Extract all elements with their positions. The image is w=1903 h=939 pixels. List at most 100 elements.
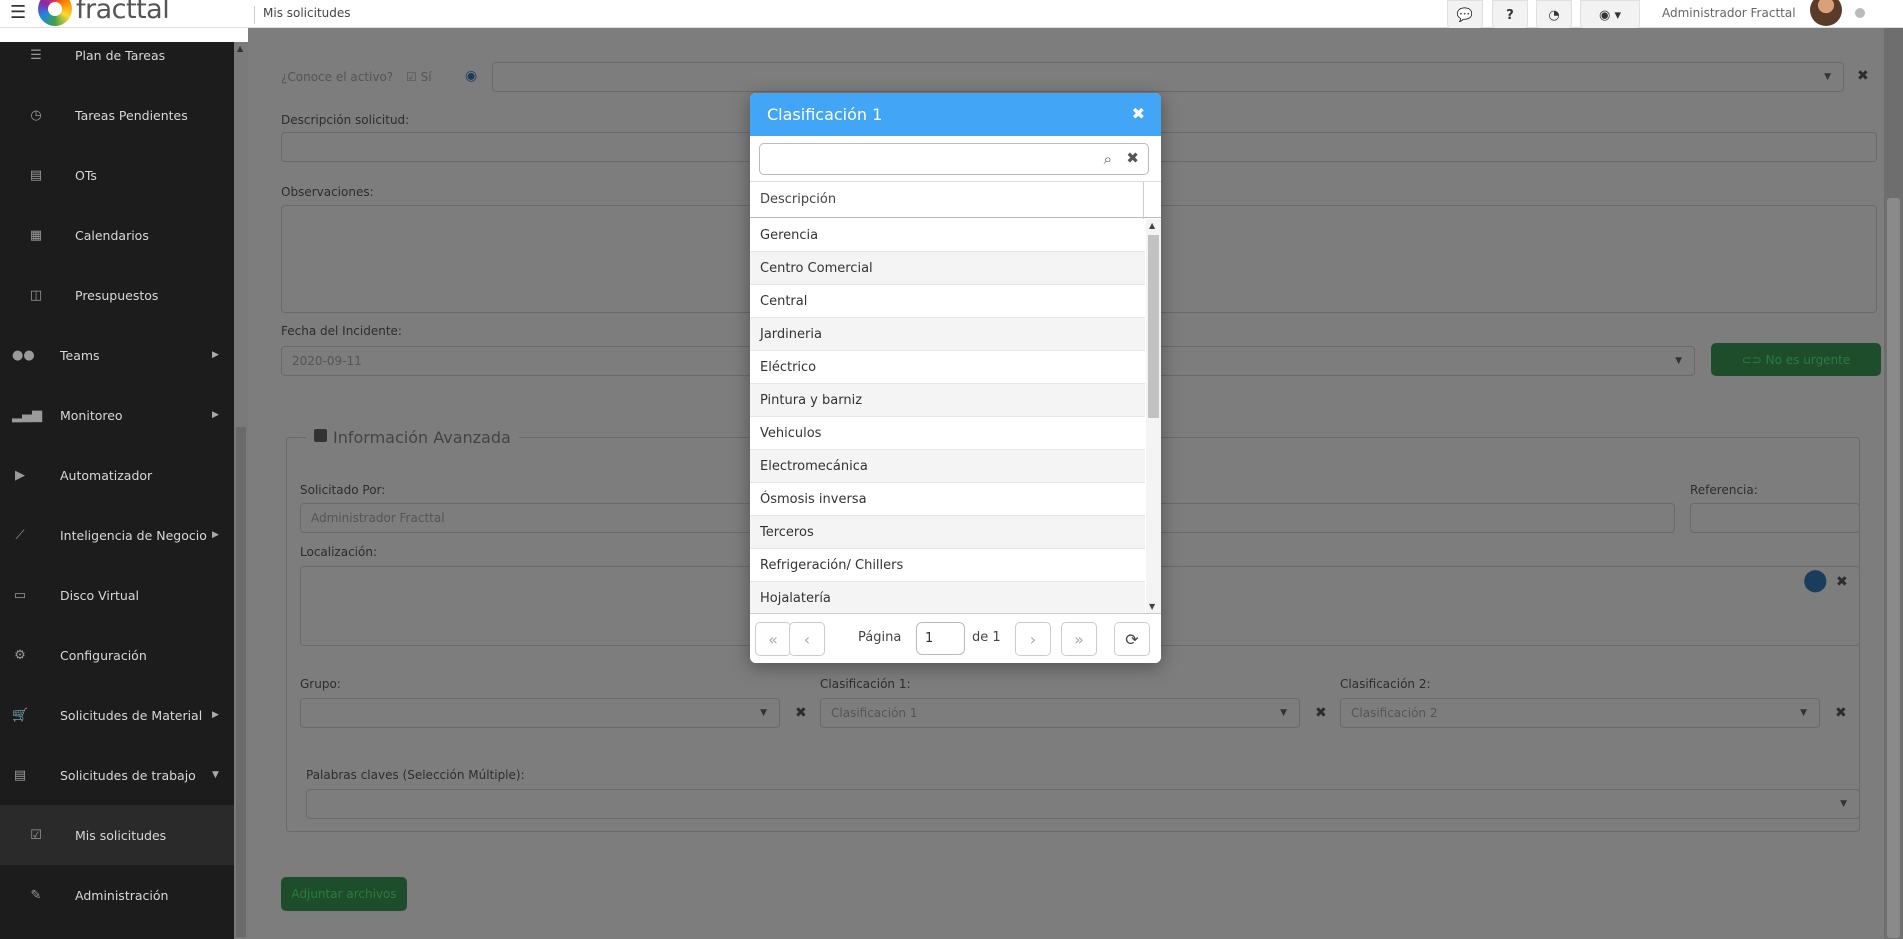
content-scroll-thumb[interactable] — [1887, 198, 1900, 938]
sidebar-item-label: Automatizador — [60, 467, 153, 483]
scroll-up-icon[interactable]: ▲ — [1149, 221, 1155, 230]
collapse-icon[interactable] — [314, 429, 327, 442]
list-item[interactable]: Central — [750, 285, 1145, 318]
class1-label: Clasificación 1: — [820, 677, 911, 691]
urgent-toggle-button[interactable]: ⊂⊃ No es urgente — [1711, 343, 1881, 376]
sidebar-item-3[interactable]: ▦ Calendarios — [0, 205, 234, 265]
scroll-up-icon[interactable]: ▲ — [237, 44, 243, 53]
chevron-down-icon: ▼ — [760, 708, 767, 718]
list-item[interactable]: Vehiculos — [750, 417, 1145, 450]
avatar[interactable] — [1810, 0, 1842, 26]
sidebar-item-1[interactable]: ◷ Tareas Pendientes — [0, 85, 234, 145]
location-clear-icon[interactable]: ✖ — [1836, 574, 1848, 590]
eye-icon[interactable]: ◉ — [465, 68, 477, 84]
sidebar-item-7[interactable]: ▶ Automatizador — [0, 445, 234, 505]
sidebar-item-13[interactable]: ☑ Mis solicitudes — [0, 805, 234, 865]
keywords-label: Palabras claves (Selección Múltiple): — [306, 768, 525, 782]
logo[interactable]: fracttal — [38, 0, 170, 26]
sidebar-scroll-thumb[interactable] — [236, 427, 246, 937]
class2-select[interactable]: Clasificación 2 ▼ — [1340, 698, 1820, 728]
page-total-label: de 1 — [972, 630, 1001, 645]
reference-input[interactable] — [1690, 503, 1860, 533]
hdd-icon: ▭ — [13, 587, 27, 603]
sidebar-item-2[interactable]: ▤ OTs — [0, 145, 234, 205]
list-item[interactable]: Refrigeración/ Chillers — [750, 549, 1145, 582]
close-icon[interactable]: ✖ — [1132, 104, 1145, 123]
column-header-label: Descripción — [760, 192, 837, 207]
sidebar-item-9[interactable]: ▭ Disco Virtual — [0, 565, 234, 625]
next-page-button[interactable]: › — [1015, 622, 1051, 656]
incident-date-label: Fecha del Incidente: — [281, 324, 402, 338]
last-page-button[interactable]: » — [1061, 622, 1097, 656]
first-page-button[interactable]: « — [755, 622, 791, 656]
list-item[interactable]: Eléctrico — [750, 351, 1145, 384]
hamburger-icon[interactable]: ☰ — [10, 4, 26, 22]
classification-modal: Clasificación 1 ✖ ⌕ ✖ Descripción Gerenc… — [750, 93, 1161, 663]
modal-title: Clasificación 1 — [767, 105, 883, 124]
list-item[interactable]: Gerencia — [750, 219, 1145, 252]
group-clear-icon[interactable]: ✖ — [795, 705, 807, 721]
list-scrollbar[interactable]: ▲ ▼ — [1146, 219, 1161, 613]
modal-header: Clasificación 1 ✖ — [750, 93, 1161, 136]
list-scroll-thumb[interactable] — [1148, 235, 1159, 418]
list-item[interactable]: Ósmosis inversa — [750, 483, 1145, 516]
incident-date-value: 2020-09-11 — [292, 354, 362, 368]
list-item[interactable]: Terceros — [750, 516, 1145, 549]
help-button[interactable]: ? — [1492, 0, 1528, 30]
asset-select[interactable]: ▼ — [492, 62, 1844, 92]
asset-question-label: ¿Conoce el activo? — [281, 70, 394, 84]
observations-label: Observaciones: — [281, 185, 374, 199]
chevron-down-icon: ▼ — [1675, 356, 1682, 366]
sidebar-item-5[interactable]: ●● Teams ▶ — [0, 325, 234, 385]
asset-toggle[interactable]: ☑ Sí — [406, 70, 432, 84]
sidebar-item-10[interactable]: ⚙ Configuración — [0, 625, 234, 685]
keywords-select[interactable]: ▼ — [306, 789, 1860, 819]
reference-label: Referencia: — [1690, 483, 1758, 497]
chat-button[interactable]: 💬 — [1447, 0, 1483, 30]
sidebar-item-14[interactable]: ✎ Administración — [0, 865, 234, 925]
check-square-icon: ☑ — [30, 827, 42, 843]
requested-by-value: Administrador Fracttal — [311, 511, 445, 525]
modal-search-input[interactable]: ⌕ ✖ — [759, 143, 1149, 175]
double-chevron-left-icon: « — [768, 629, 778, 649]
sidebar-item-label: Presupuestos — [75, 287, 159, 303]
sidebar-item-6[interactable]: ▂▄▆ Monitoreo ▶ — [0, 385, 234, 445]
columns-icon: ◫ — [29, 287, 43, 303]
refresh-button[interactable]: ⟳ — [1114, 622, 1150, 656]
sidebar-item-0[interactable]: ☰ Plan de Tareas — [0, 25, 234, 85]
search-clear-icon[interactable]: ✖ — [1126, 149, 1139, 167]
page-title: Mis solicitudes — [263, 6, 351, 20]
group-select[interactable]: ▼ — [300, 698, 780, 728]
map-marker-icon[interactable]: ⬤ — [1803, 568, 1828, 593]
sidebar-item-label: Inteligencia de Negocio — [60, 527, 207, 543]
attach-files-button[interactable]: Adjuntar archivos — [281, 877, 407, 911]
sidebar-scrollbar[interactable]: ▲ — [234, 42, 248, 939]
list-item[interactable]: Electromecánica — [750, 450, 1145, 483]
column-header-description[interactable]: Descripción — [750, 181, 1161, 219]
list-item[interactable]: Centro Comercial — [750, 252, 1145, 285]
caret-right-icon: ▶ — [212, 530, 219, 540]
page-number-input[interactable]: 1 — [916, 622, 965, 655]
list-item[interactable]: Jardineria — [750, 318, 1145, 351]
language-button[interactable]: ◉ ▾ — [1580, 0, 1640, 30]
list-item[interactable]: Pintura y barniz — [750, 384, 1145, 417]
class1-clear-icon[interactable]: ✖ — [1315, 705, 1327, 721]
search-icon[interactable]: ⌕ — [1104, 150, 1112, 168]
class1-select[interactable]: Clasificación 1 ▼ — [820, 698, 1300, 728]
sidebar-item-12[interactable]: ▤ Solicitudes de trabajo ▼ — [0, 745, 234, 805]
scroll-down-icon[interactable]: ▼ — [1149, 602, 1155, 611]
class2-clear-icon[interactable]: ✖ — [1835, 705, 1847, 721]
user-name[interactable]: Administrador Fracttal — [1662, 6, 1796, 20]
dashboard-button[interactable]: ◔ — [1536, 0, 1572, 30]
prev-page-button[interactable]: ‹ — [789, 622, 825, 656]
asset-clear-icon[interactable]: ✖ — [1857, 68, 1869, 84]
play-icon: ▶ — [15, 467, 25, 483]
advanced-info-legend[interactable]: Información Avanzada — [306, 428, 519, 447]
list-item[interactable]: Hojalatería — [750, 582, 1145, 613]
help-icon: ? — [1506, 7, 1514, 23]
chat-icon: 💬 — [1456, 7, 1474, 23]
sidebar-item-4[interactable]: ◫ Presupuestos — [0, 265, 234, 325]
sidebar-item-8[interactable]: ⟋ Inteligencia de Negocio ▶ — [0, 505, 234, 565]
content-scrollbar[interactable] — [1884, 28, 1903, 939]
sidebar-item-11[interactable]: 🛒 Solicitudes de Material ▶ — [0, 685, 234, 745]
